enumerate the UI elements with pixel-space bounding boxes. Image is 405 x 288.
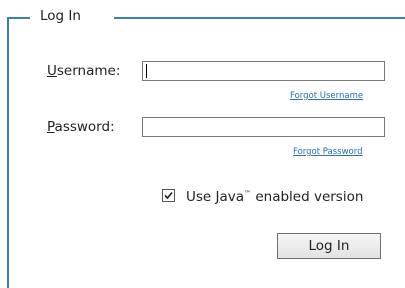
password-label-text: assword: [54,119,115,135]
username-input[interactable] [142,61,385,81]
username-label-text: sername: [56,63,121,79]
java-label-suffix: enabled version [251,189,364,205]
java-label-java: ava [219,189,245,205]
login-button[interactable]: Log In [277,233,381,259]
username-label: Username: [47,63,120,79]
username-label-accesskey: U [47,63,57,79]
fieldset-border-top-left [7,17,30,19]
fieldset-border-left [7,17,9,288]
java-checkbox-label[interactable]: Use Java™ enabled version [186,189,363,205]
fieldset-legend: Log In [40,8,81,24]
checkmark-icon [164,191,173,200]
java-label-prefix: Use [186,189,216,205]
text-caret [146,64,147,78]
login-panel: Log In Username: Forgot Username Passwor… [0,0,405,288]
password-label-accesskey: P [47,119,55,135]
java-checkbox[interactable] [162,189,175,202]
forgot-username-link[interactable]: Forgot Username [290,91,363,101]
trademark-symbol: ™ [244,189,252,198]
password-input[interactable] [142,117,385,137]
password-label: Password: [47,119,115,135]
forgot-password-link[interactable]: Forgot Password [293,147,362,157]
fieldset-border-top-right [114,17,405,19]
